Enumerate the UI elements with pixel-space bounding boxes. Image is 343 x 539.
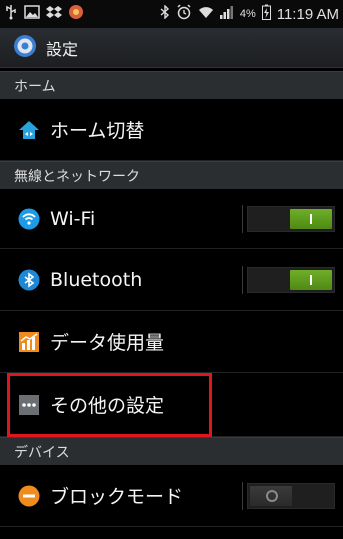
usb-icon bbox=[4, 4, 18, 24]
data-usage-row[interactable]: データ使用量 bbox=[0, 311, 343, 373]
bluetooth-label: Bluetooth bbox=[50, 268, 143, 291]
divider bbox=[242, 204, 243, 233]
battery-percent: 4% bbox=[239, 8, 256, 20]
app-icon bbox=[68, 4, 84, 24]
bluetooth-toggle[interactable] bbox=[247, 266, 335, 293]
divider bbox=[242, 481, 243, 510]
block-mode-icon bbox=[18, 485, 40, 507]
wifi-icon bbox=[198, 5, 214, 23]
clock: 11:19 AM bbox=[276, 5, 339, 23]
data-usage-label: データ使用量 bbox=[50, 332, 165, 354]
block-mode-row[interactable]: ブロックモード bbox=[0, 465, 343, 527]
wifi-setting-icon bbox=[18, 208, 40, 230]
section-header-network: 無線とネットワーク bbox=[0, 161, 343, 189]
gear-icon[interactable] bbox=[12, 33, 38, 63]
signal-icon bbox=[219, 5, 234, 23]
alarm-icon bbox=[176, 4, 192, 24]
block-mode-toggle[interactable] bbox=[247, 482, 335, 509]
page-title: 設定 bbox=[46, 39, 79, 59]
bluetooth-row[interactable]: Bluetooth bbox=[0, 249, 343, 311]
home-switch-label: ホーム切替 bbox=[50, 120, 145, 142]
wifi-row[interactable]: Wi-Fi bbox=[0, 189, 343, 249]
dropbox-icon bbox=[46, 5, 62, 23]
status-bar: 4% 11:19 AM bbox=[0, 0, 343, 28]
divider bbox=[242, 265, 243, 294]
block-mode-label: ブロックモード bbox=[50, 486, 184, 508]
section-header-home: ホーム bbox=[0, 71, 343, 99]
section-header-device: デバイス bbox=[0, 437, 343, 465]
data-usage-icon bbox=[18, 331, 40, 353]
bluetooth-setting-icon bbox=[18, 269, 40, 291]
image-icon bbox=[24, 5, 40, 23]
wifi-label: Wi-Fi bbox=[50, 207, 96, 230]
wifi-toggle[interactable] bbox=[247, 205, 335, 232]
bluetooth-icon bbox=[160, 4, 170, 23]
home-switch-row[interactable]: ホーム切替 bbox=[0, 99, 343, 161]
highlight-annotation bbox=[7, 373, 212, 437]
app-bar: 設定 bbox=[0, 28, 343, 68]
battery-icon bbox=[261, 4, 271, 24]
home-icon bbox=[18, 119, 40, 141]
